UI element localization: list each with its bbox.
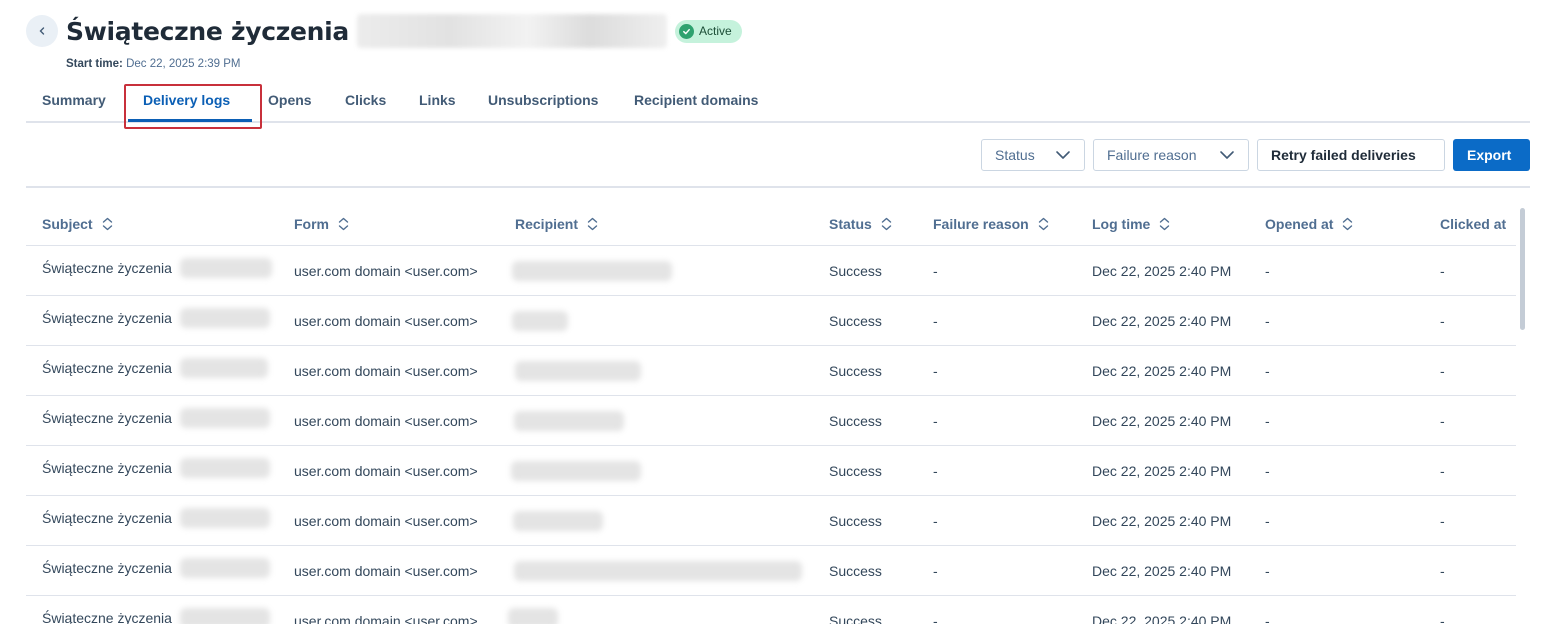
redacted-subject-suffix — [180, 558, 270, 578]
column-header-form[interactable]: Form — [294, 216, 349, 232]
table-row[interactable]: Świąteczne życzenia user.com domain <use… — [26, 596, 1516, 624]
chevron-left-icon — [39, 27, 45, 35]
redacted-title-suffix — [356, 14, 667, 48]
status-badge-label: Active — [698, 24, 732, 38]
failure-filter-label: Failure reason — [1107, 147, 1197, 163]
scrollbar-thumb[interactable] — [1520, 208, 1525, 330]
redacted-subject-suffix — [180, 408, 270, 428]
redacted-subject-suffix — [180, 608, 270, 624]
sort-icon — [338, 217, 349, 231]
redacted-recipient — [512, 261, 672, 281]
table-row[interactable]: Świąteczne życzenia user.com domain <use… — [26, 246, 1516, 296]
redacted-recipient — [508, 608, 558, 624]
page-title: Świąteczne życzenia — [66, 16, 349, 46]
status-filter-label: Status — [995, 147, 1035, 163]
redacted-subject-suffix — [180, 308, 270, 328]
tab-recipient-domains[interactable]: Recipient domains — [634, 92, 758, 108]
title-row: Świąteczne życzenia Active — [66, 12, 742, 50]
redacted-recipient — [515, 361, 641, 381]
export-button[interactable]: Export — [1453, 139, 1530, 171]
redacted-recipient — [513, 511, 603, 531]
check-circle-icon — [678, 23, 694, 39]
chevron-down-icon — [1220, 151, 1234, 159]
tab-unsubscriptions[interactable]: Unsubscriptions — [488, 92, 598, 108]
sort-icon — [1343, 217, 1353, 231]
status-badge: Active — [674, 19, 742, 43]
start-time: Start time: Dec 22, 2025 2:39 PM — [66, 58, 241, 70]
failure-reason-filter-dropdown[interactable]: Failure reason — [1093, 139, 1249, 171]
sort-icon — [1038, 217, 1048, 231]
table-row[interactable]: Świąteczne życzenia user.com domain <use… — [26, 296, 1516, 346]
column-header-log-time[interactable]: Log time — [1092, 216, 1170, 232]
back-button[interactable] — [26, 15, 58, 47]
start-time-value: Dec 22, 2025 2:39 PM — [126, 58, 241, 70]
column-header-failure-reason[interactable]: Failure reason — [933, 216, 1049, 232]
redacted-subject-suffix — [180, 258, 272, 278]
redacted-recipient — [512, 311, 568, 331]
column-header-clicked-at[interactable]: Clicked at — [1440, 216, 1506, 232]
column-header-status[interactable]: Status — [829, 216, 892, 232]
tab-summary[interactable]: Summary — [42, 92, 106, 108]
start-time-label: Start time: — [66, 58, 123, 70]
redacted-recipient — [511, 461, 641, 481]
table-row[interactable]: Świąteczne życzenia user.com domain <use… — [26, 546, 1516, 596]
redacted-subject-suffix — [180, 458, 270, 478]
vertical-scrollbar[interactable] — [1518, 204, 1527, 624]
sort-icon — [587, 217, 598, 231]
retry-failed-deliveries-button[interactable]: Retry failed deliveries — [1257, 139, 1445, 171]
status-filter-dropdown[interactable]: Status — [981, 139, 1085, 171]
tab-clicks[interactable]: Clicks — [345, 92, 386, 108]
redacted-recipient — [514, 561, 802, 581]
table-row[interactable]: Świąteczne życzenia user.com domain <use… — [26, 496, 1516, 546]
sort-icon — [1160, 217, 1170, 231]
redacted-recipient — [514, 411, 624, 431]
column-header-opened-at[interactable]: Opened at — [1265, 216, 1353, 232]
tab-opens[interactable]: Opens — [268, 92, 312, 108]
toolbar-divider — [26, 186, 1530, 188]
redacted-subject-suffix — [180, 508, 270, 528]
redacted-subject-suffix — [180, 358, 268, 378]
column-header-recipient[interactable]: Recipient — [515, 216, 598, 232]
table-row[interactable]: Świąteczne życzenia user.com domain <use… — [26, 396, 1516, 446]
table-header: Subject Form Recipient Status Failure re… — [26, 202, 1516, 246]
column-header-subject[interactable]: Subject — [42, 216, 113, 232]
highlight-annotation — [124, 84, 262, 129]
table-row[interactable]: Świąteczne życzenia user.com domain <use… — [26, 446, 1516, 496]
chevron-down-icon — [1056, 151, 1070, 159]
sort-icon — [881, 217, 891, 231]
table-row[interactable]: Świąteczne życzenia user.com domain <use… — [26, 346, 1516, 396]
tab-links[interactable]: Links — [419, 92, 456, 108]
sort-icon — [102, 217, 112, 231]
delivery-logs-table: Subject Form Recipient Status Failure re… — [26, 202, 1516, 624]
